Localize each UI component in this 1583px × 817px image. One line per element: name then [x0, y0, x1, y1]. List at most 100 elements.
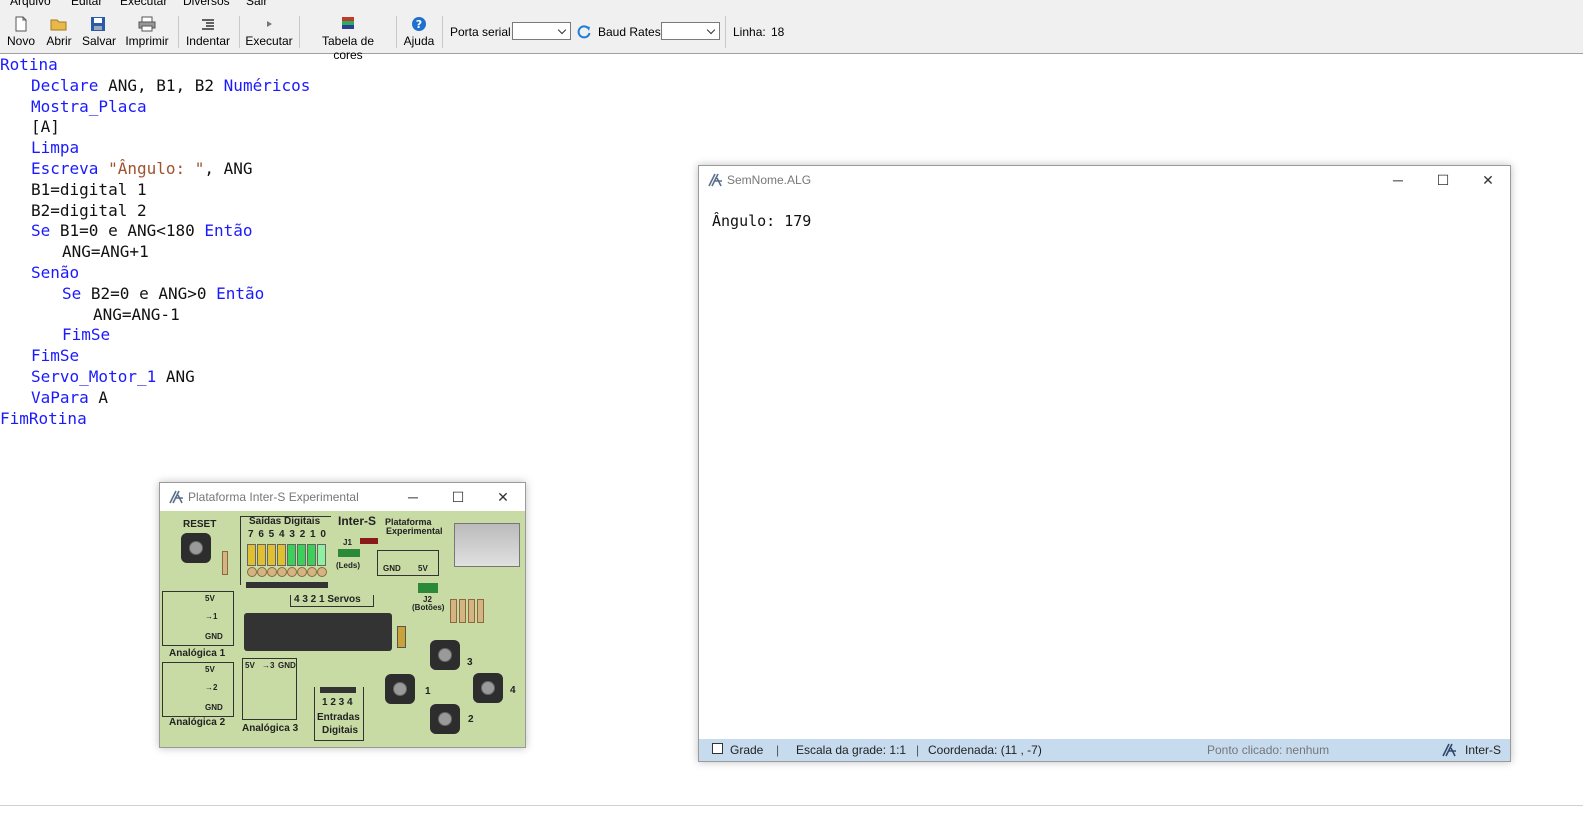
serial-port-select[interactable]: [512, 22, 571, 40]
led: [267, 544, 276, 566]
jumper-j1[interactable]: [338, 549, 360, 557]
code-line[interactable]: FimSe: [0, 325, 310, 346]
code-line[interactable]: Escreva "Ângulo: ", ANG: [0, 159, 310, 180]
save-button[interactable]: Salvar: [82, 16, 117, 48]
code-text: , ANG: [204, 158, 253, 178]
new-file-icon: [15, 16, 27, 32]
code-text: B2=0 e ANG>0: [81, 283, 217, 303]
push-button-1[interactable]: [385, 674, 415, 704]
component: [360, 538, 378, 544]
analog3-label: Analógica 3: [242, 723, 299, 734]
board-window: Plataforma Inter-S Experimental ─ ☐ ✕ RE…: [159, 482, 526, 748]
led-resistor: [317, 567, 327, 577]
print-button-label: Imprimir: [125, 34, 169, 48]
code-line[interactable]: Se B1=0 e ANG<180 Então: [0, 221, 310, 242]
code-line[interactable]: VaPara A: [0, 388, 310, 409]
code-line[interactable]: Limpa: [0, 138, 310, 159]
bottom-border: [0, 805, 1583, 806]
code-line[interactable]: Senão: [0, 263, 310, 284]
minimize-button[interactable]: ─: [403, 487, 423, 507]
new-button[interactable]: Novo: [6, 16, 36, 48]
print-button[interactable]: Imprimir: [123, 16, 171, 48]
minimize-button[interactable]: ─: [1388, 170, 1408, 190]
led: [277, 544, 286, 566]
code-string: "Ângulo: ": [108, 158, 205, 178]
code-text: ANG: [156, 366, 195, 386]
code-keyword: Então: [216, 283, 265, 303]
led-resistor: [287, 567, 297, 577]
menu-sair[interactable]: Sair: [246, 0, 267, 8]
resistor: [477, 599, 484, 623]
code-line[interactable]: FimSe: [0, 346, 310, 367]
code-keyword: Servo_Motor_1: [31, 366, 157, 386]
pot3-gnd: GND: [278, 661, 296, 670]
open-button[interactable]: Abrir: [44, 16, 74, 48]
close-button[interactable]: ✕: [493, 487, 513, 507]
indent-button[interactable]: Indentar: [185, 16, 231, 48]
run-button[interactable]: Executar: [245, 16, 293, 48]
code-keyword: Numéricos: [223, 75, 311, 95]
code-line[interactable]: FimRotina: [0, 409, 310, 430]
pot2-out: →2: [205, 683, 218, 692]
svg-text:?: ?: [416, 18, 422, 31]
menu-executar[interactable]: Executar: [120, 0, 167, 8]
code-line[interactable]: Rotina: [0, 55, 310, 76]
save-button-label: Salvar: [82, 34, 117, 48]
toolbar-separator: [442, 16, 443, 48]
push-button-2[interactable]: [430, 704, 460, 734]
toolbar-separator: [239, 16, 240, 48]
serial-port-label: Porta serial: [450, 25, 511, 39]
led: [297, 544, 306, 566]
reset-label: RESET: [183, 519, 217, 530]
close-button[interactable]: ✕: [1478, 170, 1498, 190]
refresh-icon[interactable]: [576, 24, 592, 40]
code-line[interactable]: Se B2=0 e ANG>0 Então: [0, 284, 310, 305]
code-keyword: Limpa: [31, 138, 80, 158]
usb-connector: [454, 523, 520, 567]
code-keyword: Escreva: [31, 158, 109, 178]
printer-icon: [138, 16, 156, 32]
baud-rate-select[interactable]: [661, 22, 720, 40]
inter-s-logo-icon: [169, 490, 183, 504]
color-table-button[interactable]: Tabela de cores: [307, 16, 389, 62]
code-text: ANG, B1, B2: [98, 75, 224, 95]
status-bar: Grade | Escala da grade: 1:1 | Coordenad…: [699, 739, 1510, 761]
output-window-titlebar[interactable]: SemNome.ALG ─ ☐ ✕: [699, 166, 1510, 194]
board-window-title: Plataforma Inter-S Experimental: [188, 490, 359, 504]
menu-editar[interactable]: Editar: [71, 0, 102, 8]
help-button[interactable]: ? Ajuda: [402, 16, 436, 48]
code-line[interactable]: [A]: [0, 117, 310, 138]
push-button-3[interactable]: [430, 640, 460, 670]
code-text: ANG=ANG-1: [93, 304, 180, 324]
code-line[interactable]: Mostra_Placa: [0, 97, 310, 118]
maximize-button[interactable]: ☐: [1433, 170, 1453, 190]
code-editor[interactable]: Rotina Declare ANG, B1, B2 Numéricos Mostr…: [0, 55, 310, 429]
push-button-4[interactable]: [473, 673, 503, 703]
code-line[interactable]: Servo_Motor_1 ANG: [0, 367, 310, 388]
leds-label: (Leds): [336, 561, 360, 570]
microcontroller-chip: [244, 613, 392, 651]
grid-checkbox[interactable]: [712, 743, 723, 754]
code-line[interactable]: ANG=ANG-1: [0, 305, 310, 326]
servos-label: 4 3 2 1 Servos: [294, 594, 361, 605]
code-line[interactable]: B1=digital 1: [0, 180, 310, 201]
jumper-j2[interactable]: [418, 583, 438, 593]
digital-outputs-label: Saídas Digitais: [249, 516, 321, 527]
maximize-button[interactable]: ☐: [448, 487, 468, 507]
reset-button[interactable]: [181, 533, 211, 563]
menu-diversos[interactable]: Diversos: [183, 0, 230, 8]
code-line[interactable]: ANG=ANG+1: [0, 242, 310, 263]
open-button-label: Abrir: [46, 34, 72, 48]
code-line[interactable]: B2=digital 2: [0, 201, 310, 222]
resistor: [468, 599, 475, 623]
board-window-titlebar[interactable]: Plataforma Inter-S Experimental ─ ☐ ✕: [160, 483, 525, 511]
code-line[interactable]: Declare ANG, B1, B2 Numéricos: [0, 76, 310, 97]
toolbar-separator: [396, 16, 397, 48]
button-1-label: 1: [425, 686, 431, 697]
code-keyword: FimSe: [62, 325, 111, 345]
help-button-label: Ajuda: [403, 34, 435, 48]
menu-arquivo[interactable]: Arquivo: [10, 0, 51, 8]
inputs-numbers: 1 2 3 4: [322, 697, 353, 708]
code-keyword: Rotina: [0, 55, 58, 74]
analog1-frame: [162, 591, 234, 646]
